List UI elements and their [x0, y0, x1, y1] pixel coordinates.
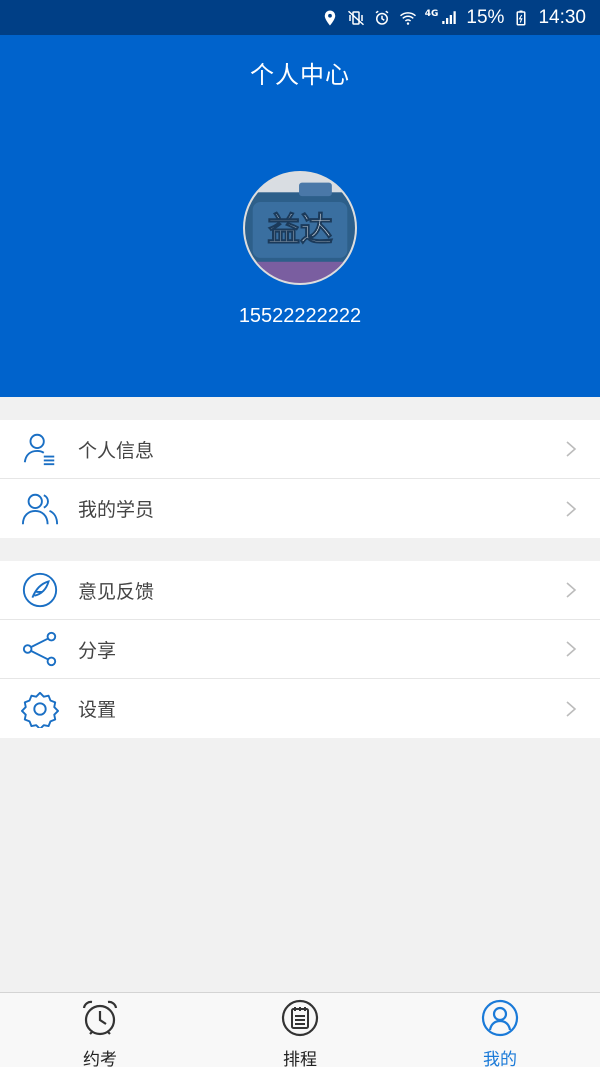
user-phone: 15522222222 [238, 305, 362, 327]
menu-item-settings[interactable]: 设置 [0, 679, 600, 738]
share-icon [20, 629, 60, 669]
status-bar: 4G 15% 14:30 [0, 0, 600, 35]
menu-group-account: 个人信息 我的学员 [0, 420, 600, 538]
profile-header: 个人中心 益达 15522222222 [0, 35, 600, 397]
signal-icon [440, 9, 458, 27]
tab-label: 我的 [483, 1050, 517, 1067]
battery-icon [512, 9, 530, 27]
menu-label: 个人信息 [78, 439, 155, 462]
vibrate-mute-icon [347, 9, 365, 27]
battery-percent: 15% [466, 6, 505, 28]
chevron-right-icon [564, 580, 578, 600]
bottom-tab-bar: 约考 排程 我的 [0, 992, 600, 1067]
menu-label: 意见反馈 [78, 580, 155, 603]
menu-group-general: 意见反馈 分享 设置 [0, 561, 600, 738]
chevron-right-icon [564, 439, 578, 459]
menu-item-share[interactable]: 分享 [0, 620, 600, 679]
avatar[interactable]: 益达 [243, 171, 357, 285]
settings-icon [20, 689, 60, 729]
menu-item-my-students[interactable]: 我的学员 [0, 479, 600, 538]
alarm-icon [373, 9, 391, 27]
menu-label: 我的学员 [78, 499, 155, 521]
menu-label: 设置 [78, 699, 117, 721]
personal-info-icon [20, 429, 60, 469]
feedback-icon [20, 570, 60, 610]
profile-icon [481, 999, 519, 1037]
clock-time: 14:30 [538, 6, 586, 28]
location-icon [321, 9, 339, 27]
menu-item-personal-info[interactable]: 个人信息 [0, 420, 600, 479]
network-type: 4G [424, 8, 439, 19]
chevron-right-icon [564, 639, 578, 659]
chevron-right-icon [564, 699, 578, 719]
students-icon [20, 489, 60, 529]
svg-text:益达: 益达 [267, 211, 333, 249]
menu-item-feedback[interactable]: 意见反馈 [0, 561, 600, 620]
tab-exam-booking[interactable]: 约考 [0, 993, 200, 1067]
alarm-clock-icon [81, 999, 119, 1037]
tab-schedule[interactable]: 排程 [200, 993, 400, 1067]
menu-label: 分享 [78, 639, 117, 662]
wifi-icon [399, 9, 417, 27]
tab-label: 约考 [83, 1050, 117, 1067]
tab-mine[interactable]: 我的 [400, 993, 600, 1067]
tab-label: 排程 [283, 1050, 317, 1067]
page-title: 个人中心 [250, 61, 350, 89]
chevron-right-icon [564, 499, 578, 519]
schedule-icon [281, 999, 319, 1037]
